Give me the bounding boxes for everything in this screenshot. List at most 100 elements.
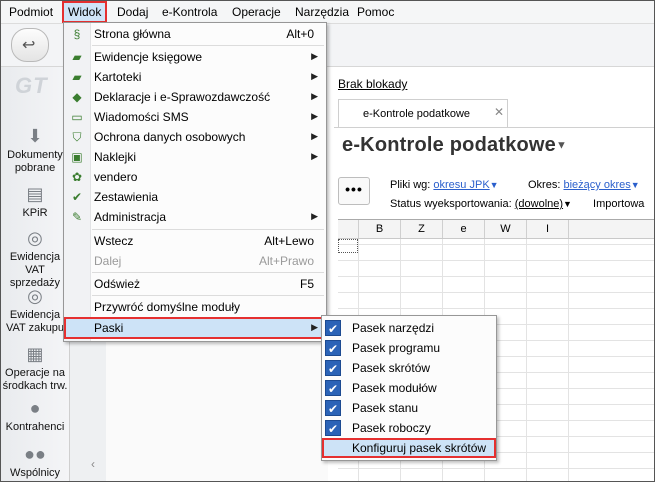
home-icon: §	[73, 27, 81, 41]
app-logo: GT	[15, 73, 48, 98]
tab-strip: e-Kontrole podatkowe ✕	[334, 97, 654, 128]
menu-item-ochrona-danych[interactable]: ⛉ Ochrona danych osobowych ▶	[64, 127, 326, 147]
sidebar-item-wspolnicy[interactable]: ●● Wspólnicy	[1, 443, 69, 480]
chevron-down-icon: ▼	[563, 199, 572, 209]
paski-submenu: ✔ Pasek narzędzi ✔ Pasek programu ✔ Pase…	[321, 315, 497, 461]
back-nav-button[interactable]: ↩	[11, 28, 49, 62]
page-title[interactable]: e-Kontrole podatkowe▼	[342, 134, 567, 157]
menu-widok[interactable]: Widok	[62, 1, 108, 23]
submenu-item-pasek-programu[interactable]: ✔ Pasek programu	[322, 338, 496, 358]
chevron-right-icon: ▶	[311, 91, 318, 101]
sidebar-item-kontrahenci[interactable]: ● Kontrahenci	[1, 397, 69, 434]
coins-icon: ◎	[27, 286, 43, 306]
chevron-right-icon: ▶	[311, 151, 318, 161]
collapse-chevron-icon[interactable]: ‹	[91, 457, 95, 471]
submenu-item-konfiguruj-pasek-skrotow[interactable]: Konfiguruj pasek skrótów	[322, 438, 496, 458]
shield-icon: ⛉	[72, 130, 82, 144]
chevron-right-icon: ▶	[311, 51, 318, 61]
tab-e-kontrole[interactable]: e-Kontrole podatkowe ✕	[338, 99, 508, 127]
cards-icon: ▰	[72, 70, 82, 84]
ledger-icon: ▰	[72, 50, 82, 64]
sidebar-item-kpir[interactable]: ▤ KPiR	[1, 183, 69, 220]
chevron-right-icon: ▶	[311, 111, 318, 121]
grid-header-cell[interactable]: e	[443, 220, 485, 238]
checkbox-checked-icon: ✔	[325, 380, 341, 396]
coins-icon: ◎	[27, 228, 43, 248]
submenu-item-pasek-skrotow[interactable]: ✔ Pasek skrótów	[322, 358, 496, 378]
grid-header-cell[interactable]: I	[527, 220, 569, 238]
menu-separator	[92, 45, 324, 46]
grid-line	[526, 239, 527, 481]
menu-item-wiadomosci-sms[interactable]: ▭ Wiadomości SMS ▶	[64, 107, 326, 127]
grid-header-cell[interactable]: W	[485, 220, 527, 238]
app-window: Podmiot Widok Dodaj e-Kontrola Operacje …	[0, 0, 655, 482]
menu-item-przywroc[interactable]: Przywróć domyślne moduły	[64, 297, 326, 317]
checkbox-checked-icon: ✔	[325, 360, 341, 376]
chevron-right-icon: ▶	[311, 211, 318, 221]
menu-item-vendero[interactable]: ✿ vendero	[64, 167, 326, 187]
grid-header-cell	[338, 220, 359, 238]
download-icon: ⬇	[27, 126, 43, 146]
menu-item-wstecz[interactable]: Wstecz Alt+Lewo	[64, 231, 326, 251]
sidebar-item-dokumenty[interactable]: ⬇ Dokumenty pobrane	[1, 125, 69, 175]
menu-pomoc[interactable]: Pomoc	[353, 1, 398, 23]
admin-icon: ✎	[71, 210, 83, 224]
chevron-down-icon: ▼	[489, 180, 499, 190]
menu-item-ewidencje[interactable]: ▰ Ewidencje księgowe ▶	[64, 47, 326, 67]
grid-header-cell[interactable]: Z	[401, 220, 443, 238]
checkbox-checked-icon: ✔	[325, 340, 341, 356]
chevron-right-icon: ▶	[311, 322, 318, 332]
sidebar-item-vat-zakupu[interactable]: ◎ Ewidencja VAT zakupu	[1, 285, 69, 335]
declaration-icon: ◆	[72, 90, 82, 104]
menu-item-naklejki[interactable]: ▣ Naklejki ▶	[64, 147, 326, 167]
menu-item-kartoteki[interactable]: ▰ Kartoteki ▶	[64, 67, 326, 87]
menu-e-kontrola[interactable]: e-Kontrola	[158, 1, 221, 23]
checkbox-checked-icon: ✔	[325, 400, 341, 416]
menu-dodaj[interactable]: Dodaj	[113, 1, 152, 23]
menu-separator	[92, 295, 324, 296]
more-options-button[interactable]: •••	[338, 177, 370, 205]
back-arrow-icon: ↩	[22, 37, 36, 54]
submenu-item-pasek-stanu[interactable]: ✔ Pasek stanu	[322, 398, 496, 418]
menubar: Podmiot Widok Dodaj e-Kontrola Operacje …	[1, 1, 654, 24]
chevron-down-icon: ▼	[630, 180, 640, 190]
status-dropdown[interactable]: (dowolne)	[515, 198, 563, 210]
okres-dropdown[interactable]: bieżący okres	[563, 179, 630, 191]
submenu-item-pasek-narzedzi[interactable]: ✔ Pasek narzędzi	[322, 318, 496, 338]
submenu-item-pasek-modulow[interactable]: ✔ Pasek modułów	[322, 378, 496, 398]
menu-item-paski[interactable]: Paski ▶	[64, 317, 326, 339]
menu-narzedzia[interactable]: Narzędzia	[291, 1, 353, 23]
sms-icon: ▭	[71, 110, 83, 124]
block-status-link[interactable]: Brak blokady	[338, 77, 407, 91]
checkbox-checked-icon: ✔	[325, 420, 341, 436]
menu-operacje[interactable]: Operacje	[228, 1, 285, 23]
sidebar-item-vat-sprzedazy[interactable]: ◎ Ewidencja VAT sprzedaży	[1, 227, 69, 290]
menu-podmiot[interactable]: Podmiot	[5, 1, 57, 23]
grid-focus-cell[interactable]	[338, 239, 358, 253]
checkbox-checked-icon: ✔	[325, 320, 341, 336]
menu-item-strona-glowna[interactable]: § Strona główna Alt+0	[64, 24, 326, 44]
menu-item-zestawienia[interactable]: ✔ Zestawienia	[64, 187, 326, 207]
book-icon: ▤	[26, 184, 44, 204]
chevron-right-icon: ▶	[311, 71, 318, 81]
chevron-down-icon: ▼	[556, 139, 568, 152]
sticker-icon: ▣	[71, 150, 83, 164]
menu-item-administracja[interactable]: ✎ Administracja ▶	[64, 207, 326, 227]
grid-header: B Z e W I	[338, 220, 654, 239]
module-sidebar: GT ⬇ Dokumenty pobrane ▤ KPiR ◎ Ewidencj…	[1, 67, 70, 481]
submenu-item-pasek-roboczy[interactable]: ✔ Pasek roboczy	[322, 418, 496, 438]
pliki-dropdown[interactable]: okresu JPK	[433, 179, 489, 191]
chevron-right-icon: ▶	[311, 131, 318, 141]
close-icon[interactable]: ✕	[494, 105, 504, 119]
menu-item-odswiez[interactable]: Odśwież F5	[64, 274, 326, 294]
grid-header-cell[interactable]: B	[359, 220, 401, 238]
sidebar-item-srodki-trwale[interactable]: ▦ Operacje na środkach trw.	[1, 343, 69, 393]
filter-pliki: Pliki wg: okresu JPK▼	[390, 179, 499, 191]
widok-menu: § Strona główna Alt+0 ▰ Ewidencje księgo…	[63, 22, 327, 342]
menu-item-deklaracje[interactable]: ◆ Deklaracje i e-Sprawozdawczość ▶	[64, 87, 326, 107]
filter-okres: Okres: bieżący okres▼	[528, 179, 640, 191]
report-icon: ✔	[71, 190, 83, 204]
filter-status: Status wyeksportowania: (dowolne)▼ Impor…	[390, 198, 645, 210]
people-icon: ●●	[24, 444, 46, 464]
menu-separator	[92, 272, 324, 273]
